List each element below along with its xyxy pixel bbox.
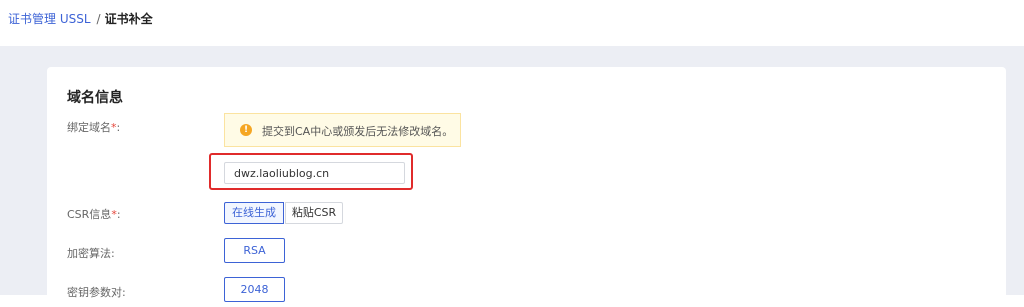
algorithm-label: 加密算法: xyxy=(67,247,115,260)
csr-label: CSR信息*: xyxy=(67,206,121,222)
csr-label-text: CSR信息 xyxy=(67,208,112,221)
breadcrumb-link-cert-management[interactable]: 证书管理 USSL xyxy=(8,12,91,26)
bind-domain-label-text: 绑定域名 xyxy=(67,121,111,134)
bind-domain-label: 绑定域名*: xyxy=(67,119,120,135)
domain-notice-text: 提交到CA中心或颁发后无法修改域名。 xyxy=(262,125,454,138)
csr-paste-button[interactable]: 粘贴CSR xyxy=(285,202,343,224)
algorithm-rsa-option[interactable]: RSA xyxy=(224,238,285,263)
breadcrumb-current-page: 证书补全 xyxy=(104,12,153,26)
form-card xyxy=(47,67,1006,307)
key-param-label: 密钥参数对: xyxy=(67,286,126,299)
domain-notice: ! 提交到CA中心或颁发后无法修改域名。 xyxy=(224,113,461,147)
domain-input[interactable] xyxy=(224,162,405,184)
label-colon: : xyxy=(116,121,121,134)
csr-online-generate-button[interactable]: 在线生成 xyxy=(224,202,284,224)
breadcrumb-separator: / xyxy=(96,12,101,26)
section-title: 域名信息 xyxy=(67,90,123,106)
key-param-2048-option[interactable]: 2048 xyxy=(224,277,285,302)
label-colon: : xyxy=(116,208,121,221)
breadcrumb: 证书管理 USSL / 证书补全 xyxy=(8,11,153,27)
warning-icon: ! xyxy=(240,124,252,136)
top-bar: 证书管理 USSL / 证书补全 xyxy=(0,0,1024,46)
